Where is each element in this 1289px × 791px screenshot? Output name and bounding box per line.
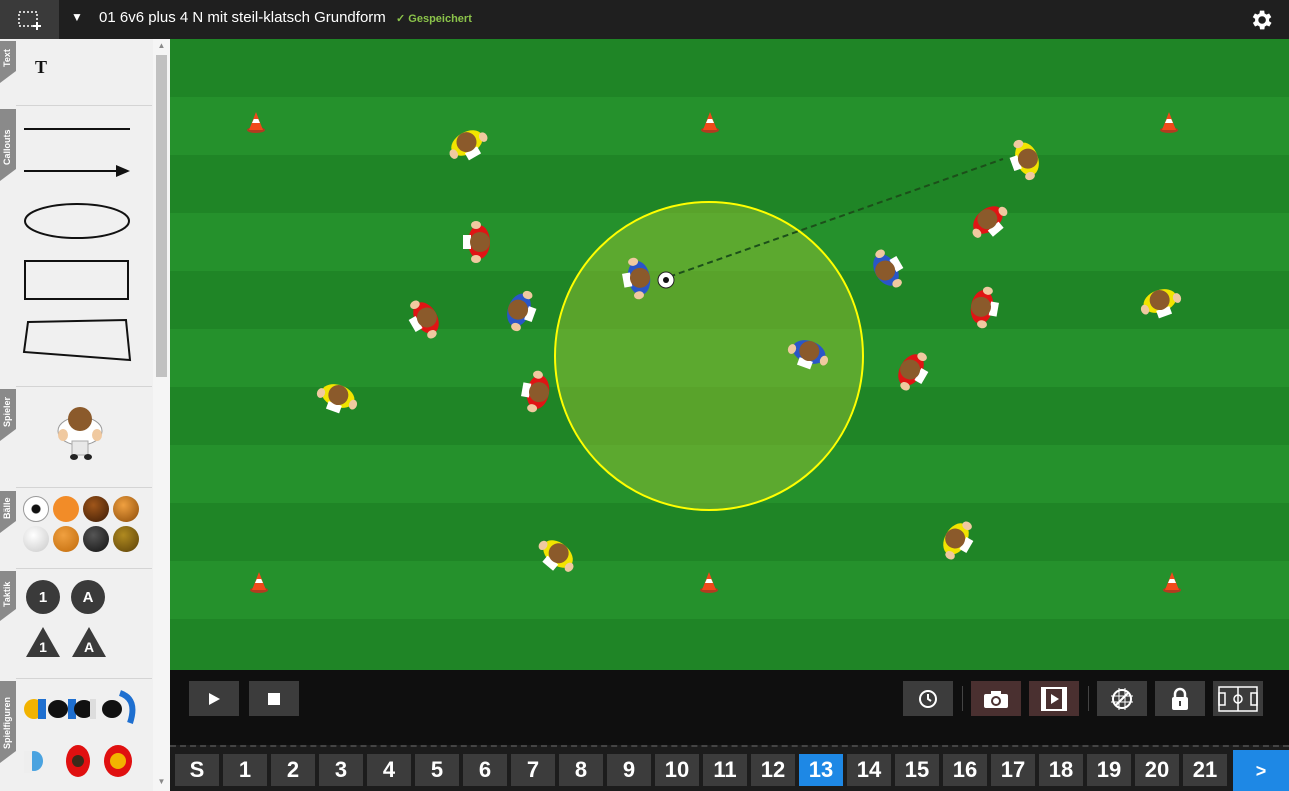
top-bar: ▼ 01 6v6 plus 4 N mit steil-klatsch Grun… [0,0,1289,39]
tactic-number-triangle[interactable]: 1 [25,626,61,658]
frame-button-19[interactable]: 19 [1087,754,1131,786]
pitch-icon [1218,685,1258,712]
game-figures-row-1[interactable] [20,687,144,729]
tactic-letter-circle[interactable]: A [71,580,105,614]
saved-status: ✓ Gespeichert [396,13,472,25]
new-scene-button[interactable] [0,0,59,39]
frame-button-9[interactable]: 9 [607,754,651,786]
pitch-type-button[interactable] [1213,681,1263,716]
game-figures-row-2[interactable] [20,737,144,783]
stop-button[interactable] [249,681,299,716]
frame-button-14[interactable]: 14 [847,754,891,786]
frame-button-12[interactable]: 12 [751,754,795,786]
no-grid-icon [1111,687,1133,710]
frame-button-5[interactable]: 5 [415,754,459,786]
tactic-number-circle[interactable]: 1 [26,580,60,614]
title-dropdown-caret[interactable]: ▼ [71,10,83,24]
tab-baelle[interactable]: Bälle [0,491,16,533]
frame-button-10[interactable]: 10 [655,754,699,786]
next-frames-button[interactable]: > [1233,750,1289,791]
frame-button-16[interactable]: 16 [943,754,987,786]
stop-icon [268,692,280,705]
frame-bar: S 1 2 3 4 5 6 7 8 9 10 11 12 13 14 15 16 17 18 19 20 21 > [170,745,1289,791]
frame-button-6[interactable]: 6 [463,754,507,786]
basketball-dark-icon[interactable] [83,496,109,522]
callout-arrow[interactable] [22,163,132,179]
lock-icon [1172,687,1188,710]
basketball-icon[interactable] [113,496,139,522]
screenshot-button[interactable] [971,681,1021,716]
frame-button-4[interactable]: 4 [367,754,411,786]
frame-button-11[interactable]: 11 [703,754,747,786]
frame-button-2[interactable]: 2 [271,754,315,786]
tab-spielfiguren[interactable]: Spielfiguren [0,681,16,763]
orange-ball-icon[interactable] [53,526,79,552]
callout-trapezoid[interactable] [22,318,134,364]
frame-button-21[interactable]: 21 [1183,754,1227,786]
scene-title[interactable]: 01 6v6 plus 4 N mit steil-klatsch Grundf… [99,9,386,26]
tab-callouts[interactable]: Callouts [0,109,16,181]
video-export-button[interactable] [1029,681,1079,716]
grid-toggle-button[interactable] [1097,681,1147,716]
tab-spieler[interactable]: Spieler [0,389,16,441]
timing-button[interactable] [903,681,953,716]
white-ball-icon[interactable] [23,526,49,552]
frame-button-3[interactable]: 3 [319,754,363,786]
frame-button-17[interactable]: 17 [991,754,1035,786]
clock-icon [919,689,937,708]
frame-button-15[interactable]: 15 [895,754,939,786]
soccer-ball-icon[interactable] [23,496,49,522]
scroll-up-arrow-icon[interactable]: ▲ [155,41,168,51]
sidebar-scroll-thumb[interactable] [156,55,167,377]
tactic-letter-triangle[interactable]: A [71,626,107,658]
video-icon [1041,686,1067,711]
callout-line[interactable] [22,123,132,135]
play-icon [209,692,220,705]
frame-button-20[interactable]: 20 [1135,754,1179,786]
futsal-ball-icon[interactable] [53,496,79,522]
play-button[interactable] [189,681,239,716]
camera-icon [984,690,1008,708]
frame-button-7[interactable]: 7 [511,754,555,786]
frame-button-S[interactable]: S [175,754,219,786]
lock-button[interactable] [1155,681,1205,716]
app-root: ▼ 01 6v6 plus 4 N mit steil-klatsch Grun… [0,0,1289,791]
callout-ellipse[interactable] [22,201,132,241]
brown-ball-icon[interactable] [113,526,139,552]
callout-rectangle[interactable] [22,258,132,302]
playback-controls [170,670,1289,745]
gear-icon[interactable] [1248,7,1274,33]
frame-button-18[interactable]: 18 [1039,754,1083,786]
soccer-ball[interactable] [657,271,675,289]
tool-sidebar: Text T Callouts Spieler Bälle Taktik 1 A… [0,39,170,791]
tab-taktik[interactable]: Taktik [0,571,16,621]
frame-button-8[interactable]: 8 [559,754,603,786]
player-figure-icon[interactable] [52,397,108,463]
black-ball-icon[interactable] [83,526,109,552]
new-scene-icon [17,10,41,30]
frame-button-13[interactable]: 13 [799,754,843,786]
tab-text[interactable]: Text [0,41,16,83]
frame-button-1[interactable]: 1 [223,754,267,786]
scroll-down-arrow-icon[interactable]: ▼ [155,777,168,787]
text-tool[interactable]: T [35,57,47,78]
pitch-canvas[interactable] [170,39,1289,670]
